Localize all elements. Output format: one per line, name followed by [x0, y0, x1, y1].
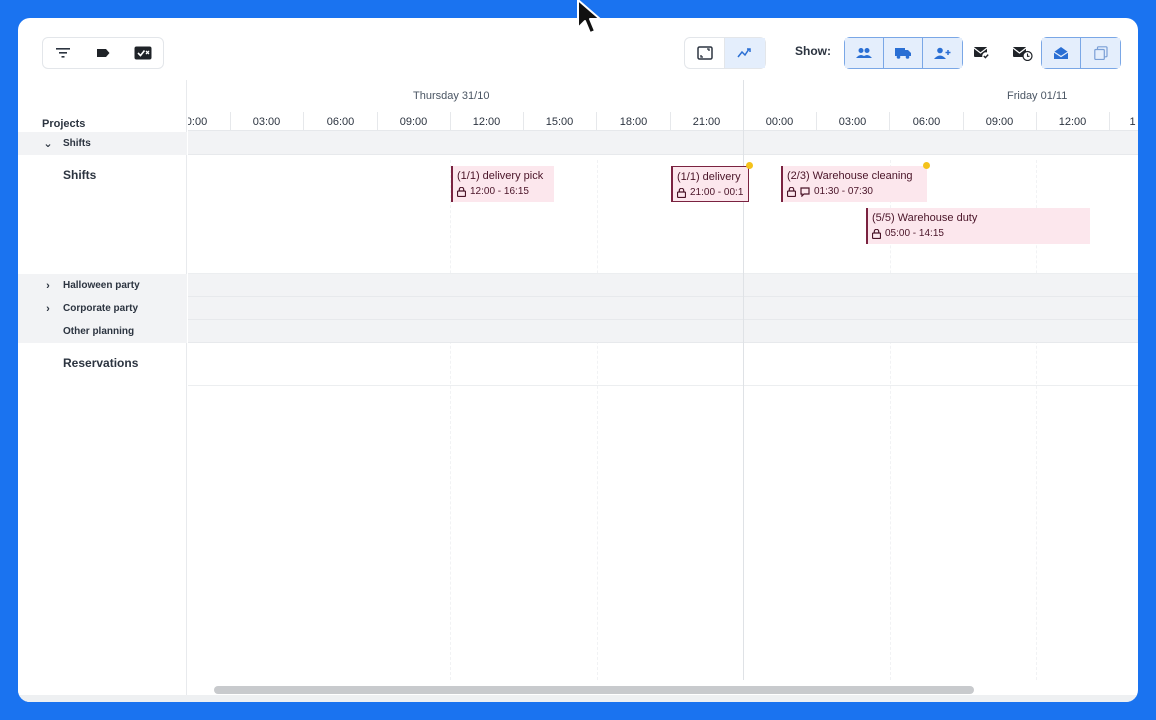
- truck-icon: [895, 48, 912, 59]
- group-label: Halloween party: [63, 280, 140, 291]
- group-row-other[interactable]: Other planning: [18, 320, 187, 343]
- checkbox-badge-icon: [134, 46, 152, 60]
- group-label: Corporate party: [63, 303, 139, 314]
- show-vehicles-button[interactable]: [884, 38, 924, 68]
- shift-title: (5/5) Warehouse duty: [872, 212, 978, 224]
- fit-screen-icon: [696, 46, 713, 60]
- mail-open-button[interactable]: [1042, 38, 1082, 68]
- hour-label: 09:00: [399, 116, 428, 128]
- show-candidates-button[interactable]: [923, 38, 963, 68]
- shift-time: 12:00 - 16:15: [470, 186, 529, 197]
- timeline-group-row: [188, 274, 1138, 297]
- timeline-group-row: [188, 131, 1138, 155]
- day-header: Thursday 31/10: [413, 90, 490, 102]
- timeline: Thursday 31/10 Friday 01/11 0:00 03:00 0…: [188, 80, 1138, 702]
- copy-icon: [1093, 46, 1108, 60]
- lock-icon: [787, 186, 796, 197]
- filter-icon: [56, 48, 70, 58]
- mail-view-group: [1041, 37, 1121, 69]
- hour-label: 0:00: [188, 116, 208, 128]
- filter-tools-group: [42, 37, 164, 69]
- hour-label: 03:00: [838, 116, 867, 128]
- chevron-right-icon: ›: [46, 279, 50, 292]
- lock-icon: [872, 228, 881, 239]
- shift-block[interactable]: (1/1) delivery pick 12:00 - 16:15: [451, 166, 554, 202]
- projects-title: Projects: [42, 118, 86, 130]
- hour-label: 03:00: [252, 116, 281, 128]
- person-add-icon: [934, 47, 951, 59]
- show-people-button[interactable]: [845, 38, 885, 68]
- filter-button[interactable]: [43, 38, 83, 68]
- shift-title: (1/1) delivery: [677, 171, 741, 183]
- projects-panel: Projects ⌄ Shifts Shifts › Halloween par…: [18, 80, 187, 702]
- hour-label: 09:00: [985, 116, 1014, 128]
- bulk-select-button[interactable]: [123, 38, 163, 68]
- group-row-corporate[interactable]: › Corporate party: [18, 297, 187, 320]
- planner-window: Show: Projects ⌄ Shifts Shifts › Hallowe…: [18, 18, 1138, 702]
- hour-label: 06:00: [912, 116, 941, 128]
- hour-label: 18:00: [619, 116, 648, 128]
- mail-open-icon: [1053, 47, 1069, 59]
- hour-label: 1: [1129, 116, 1136, 128]
- shift-block[interactable]: (1/1) delivery 21:00 - 00:1: [671, 166, 749, 202]
- hour-label: 00:00: [765, 116, 794, 128]
- mail-clock-icon: [1013, 46, 1033, 61]
- hour-label: 15:00: [545, 116, 574, 128]
- people-icon: [856, 48, 872, 58]
- row-reservations: Reservations: [18, 352, 187, 374]
- show-label: Show:: [795, 44, 831, 58]
- day-header: Friday 01/11: [1007, 90, 1068, 102]
- row-shifts: Shifts: [18, 164, 187, 186]
- mouse-cursor-icon: [577, 0, 601, 34]
- group-row-halloween[interactable]: › Halloween party: [18, 274, 187, 297]
- tag-icon: [97, 49, 110, 57]
- timeline-group-row: [188, 297, 1138, 320]
- row-label: Shifts: [63, 168, 97, 182]
- shift-time: 05:00 - 14:15: [885, 228, 944, 239]
- warning-dot: [923, 162, 930, 169]
- show-filter-group: [844, 37, 963, 69]
- shift-block[interactable]: (5/5) Warehouse duty 05:00 - 14:15: [866, 208, 1090, 244]
- comment-icon: [800, 186, 810, 197]
- group-label: Other planning: [63, 326, 135, 337]
- view-mode-group: [684, 37, 766, 69]
- tag-button[interactable]: [83, 38, 123, 68]
- shift-time: 21:00 - 00:1: [690, 187, 744, 198]
- trend-view-button[interactable]: [725, 38, 765, 68]
- chevron-right-icon: ›: [46, 302, 50, 315]
- group-row-shifts[interactable]: ⌄ Shifts: [18, 132, 187, 155]
- group-label: Shifts: [63, 138, 91, 149]
- mail-check-icon: [974, 47, 990, 60]
- chevron-down-icon: ⌄: [43, 138, 53, 150]
- shift-title: (1/1) delivery pick: [457, 170, 544, 182]
- shift-title: (2/3) Warehouse cleaning: [787, 170, 913, 182]
- lock-icon: [457, 186, 466, 197]
- hour-label: 21:00: [692, 116, 721, 128]
- mail-scheduled-button[interactable]: [1008, 38, 1038, 68]
- shift-time: 01:30 - 07:30: [814, 186, 873, 197]
- shift-block[interactable]: (2/3) Warehouse cleaning 01:30 - 07:30: [781, 166, 927, 202]
- fit-screen-button[interactable]: [685, 38, 725, 68]
- timeline-group-row: [188, 320, 1138, 343]
- hour-label: 12:00: [472, 116, 501, 128]
- trend-icon: [737, 48, 751, 58]
- lock-icon: [677, 187, 686, 198]
- mail-check-button[interactable]: [967, 38, 997, 68]
- horizontal-scrollbar[interactable]: [214, 686, 974, 694]
- row-label: Reservations: [63, 356, 139, 370]
- hour-label: 06:00: [326, 116, 355, 128]
- warning-dot: [746, 162, 753, 169]
- copy-button[interactable]: [1081, 38, 1120, 68]
